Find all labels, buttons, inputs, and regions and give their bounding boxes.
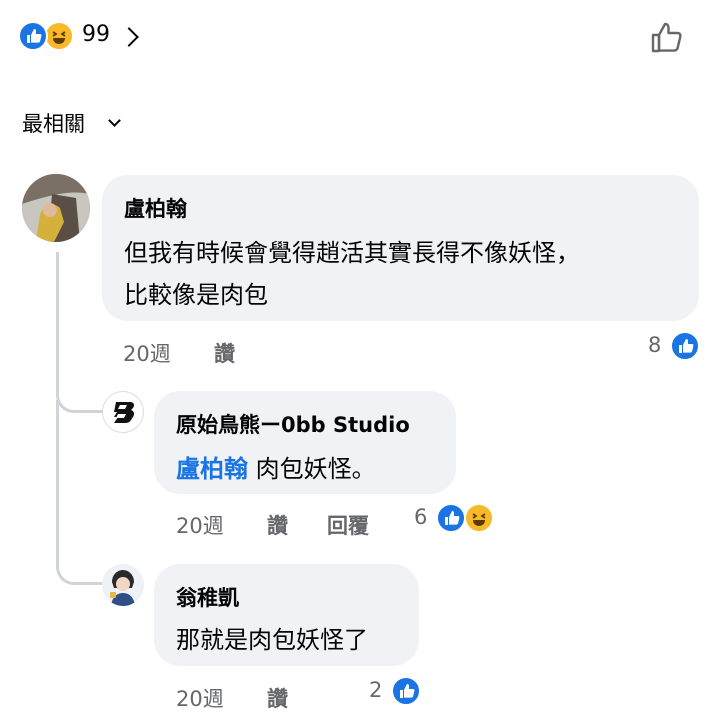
reply-author[interactable]: 原始鳥熊ー0bb Studio [176, 409, 410, 439]
reply-reaction-count[interactable]: 6 [414, 505, 427, 529]
comment-author[interactable]: 盧柏翰 [124, 193, 187, 223]
like-reaction-icon [670, 331, 700, 361]
thread-line [56, 252, 105, 413]
reply-like-button[interactable]: 讚 [267, 683, 288, 713]
avatar[interactable] [102, 391, 144, 433]
chevron-down-icon [108, 114, 121, 127]
reply-time[interactable]: 20週 [176, 683, 224, 713]
avatar[interactable] [22, 174, 90, 242]
avatar[interactable] [102, 564, 144, 606]
reply-reaction-count[interactable]: 2 [369, 678, 382, 702]
reply-text: 盧柏翰 肉包妖怪。 [176, 449, 376, 484]
comment-bubble: 盧柏翰 但我有時候會覺得趙活其實長得不像妖怪， 比較像是肉包 [102, 175, 699, 321]
comment-text-line: 比較像是肉包 [124, 281, 268, 309]
mention-link[interactable]: 盧柏翰 [176, 455, 248, 483]
reaction-count: 99 [82, 22, 110, 47]
comment-time[interactable]: 20週 [123, 338, 171, 368]
comment-text-line: 但我有時候會覺得趙活其實長得不像妖怪， [124, 239, 580, 267]
like-button[interactable] [649, 20, 685, 56]
comment-reaction-count[interactable]: 8 [648, 333, 661, 357]
sort-label: 最相關 [22, 112, 85, 136]
reply-like-button[interactable]: 讚 [267, 510, 288, 540]
comment-like-button[interactable]: 讚 [214, 338, 235, 368]
reply-author[interactable]: 翁稚凱 [176, 582, 239, 612]
like-reaction-icon [436, 503, 466, 533]
sort-selector[interactable]: 最相關 [22, 108, 142, 142]
avatar-photo-icon [22, 174, 90, 242]
obb-logo-icon [114, 402, 135, 423]
reply-text-body: 肉包妖怪。 [255, 455, 376, 483]
reply-time[interactable]: 20週 [176, 510, 224, 540]
haha-reaction-icon [464, 503, 494, 533]
avatar-illustration-icon [102, 564, 144, 606]
reply-bubble: 原始鳥熊ー0bb Studio 盧柏翰 肉包妖怪。 [154, 391, 456, 494]
haha-reaction-icon [44, 21, 74, 51]
reply-reply-button[interactable]: 回覆 [327, 510, 369, 540]
like-reaction-icon [391, 676, 421, 706]
reply-bubble: 翁稚凱 那就是肉包妖怪了 [154, 564, 419, 666]
thumbs-up-outline-icon [651, 22, 682, 53]
like-reaction-icon [18, 21, 48, 51]
reply-text: 那就是肉包妖怪了 [176, 626, 368, 654]
thread-line [56, 400, 105, 585]
